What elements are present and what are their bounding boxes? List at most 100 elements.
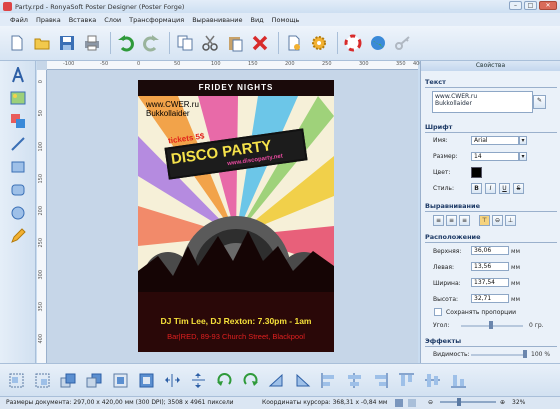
opacity-slider-handle[interactable] <box>523 350 527 358</box>
flip-horizontal-button[interactable] <box>162 370 182 390</box>
menu-layers[interactable]: Слои <box>100 16 125 24</box>
toolbar-separator <box>110 32 111 54</box>
ungroup-icon <box>35 373 49 387</box>
copy-button[interactable] <box>174 32 196 54</box>
register-button[interactable] <box>392 32 414 54</box>
zoom-out-icon[interactable]: ⊖ <box>428 397 433 409</box>
menu-align[interactable]: Выравнивание <box>188 16 246 24</box>
poster-url-text[interactable]: www.CWER.ru Bukkollaider <box>146 100 199 118</box>
edit-text-button[interactable]: ✎ <box>533 95 546 109</box>
rotate-right-button[interactable] <box>240 370 260 390</box>
menu-edit[interactable]: Правка <box>32 16 65 24</box>
menu-help[interactable]: Помощь <box>268 16 304 24</box>
dj-lineup-text[interactable]: DJ Tim Lee, DJ Rexton: 7.30pm - 1am <box>138 316 334 326</box>
web-button[interactable] <box>367 32 389 54</box>
height-field[interactable]: 32,71 <box>471 294 509 303</box>
zoom-slider-handle[interactable] <box>456 398 461 406</box>
bold-button[interactable]: B <box>471 183 482 194</box>
width-field[interactable]: 137,54 <box>471 278 509 287</box>
zoom-in-icon[interactable]: ⊕ <box>500 397 505 409</box>
new-document-button[interactable] <box>6 32 28 54</box>
delete-button[interactable] <box>249 32 271 54</box>
minimize-button[interactable]: – <box>509 1 522 10</box>
view-grid-icon[interactable] <box>395 399 403 407</box>
align-objects-bottom-button[interactable] <box>448 370 468 390</box>
italic-button[interactable]: I <box>485 183 496 194</box>
save-button[interactable] <box>56 32 78 54</box>
redo-button[interactable] <box>140 32 162 54</box>
font-size-select[interactable]: 14 <box>471 152 519 161</box>
rotate-left-icon <box>216 372 231 386</box>
flip-vertical-icon <box>191 372 205 388</box>
align-objects-left-button[interactable] <box>318 370 338 390</box>
ruler-tick-label: 200 <box>285 61 295 67</box>
help-button[interactable] <box>342 32 364 54</box>
menu-file[interactable]: Файл <box>6 16 32 24</box>
flip-vertical-button[interactable] <box>188 370 208 390</box>
copy-icon <box>177 35 193 51</box>
poster-title[interactable]: FRIDEY NIGHTS <box>138 83 334 92</box>
rounded-rectangle-tool[interactable] <box>9 181 27 199</box>
rotate-left-button[interactable] <box>214 370 234 390</box>
rectangle-tool[interactable] <box>9 158 27 176</box>
keep-proportions-checkbox[interactable] <box>434 308 442 316</box>
align-middle-icon[interactable]: ⊖ <box>492 215 503 226</box>
angle-slider-handle[interactable] <box>489 321 493 329</box>
left-field[interactable]: 13,56 <box>471 262 509 271</box>
triangle-left-icon <box>268 373 282 386</box>
font-color-swatch[interactable] <box>471 167 482 178</box>
mirror-right-button[interactable] <box>292 370 312 390</box>
clipart-tool[interactable] <box>9 112 27 130</box>
paste-icon <box>229 37 243 52</box>
ungroup-button[interactable] <box>32 370 52 390</box>
toolbar-separator <box>337 32 338 54</box>
send-backward-button[interactable] <box>136 370 156 390</box>
document-properties-button[interactable] <box>283 32 305 54</box>
opacity-slider[interactable] <box>471 354 527 356</box>
align-center-icon[interactable]: ≡ <box>446 215 457 226</box>
underline-button[interactable]: U <box>499 183 510 194</box>
text-content-field[interactable]: www.CWER.ru Bukkollaider <box>432 91 533 113</box>
align-objects-top-button[interactable] <box>396 370 416 390</box>
undo-button[interactable] <box>115 32 137 54</box>
line-tool[interactable] <box>9 135 27 153</box>
image-tool[interactable] <box>9 89 27 107</box>
menu-transform[interactable]: Трансформация <box>125 16 188 24</box>
align-top-icon[interactable]: ⊤ <box>479 215 490 226</box>
print-button[interactable] <box>81 32 103 54</box>
align-right-icon[interactable]: ≡ <box>459 215 470 226</box>
cut-button[interactable] <box>199 32 221 54</box>
paste-button[interactable] <box>224 32 246 54</box>
strikethrough-button[interactable]: S <box>513 183 524 194</box>
font-name-dropdown-icon[interactable]: ▾ <box>519 136 527 145</box>
align-bottom-icon[interactable]: ⊥ <box>505 215 516 226</box>
font-size-dropdown-icon[interactable]: ▾ <box>519 152 527 161</box>
mirror-left-button[interactable] <box>266 370 286 390</box>
top-field[interactable]: 36,06 <box>471 246 509 255</box>
font-name-select[interactable]: Arial <box>471 136 519 145</box>
text-tool[interactable] <box>9 66 27 84</box>
align-objects-right-button[interactable] <box>370 370 390 390</box>
close-button[interactable]: ✕ <box>539 1 557 10</box>
align-objects-center-button[interactable] <box>344 370 364 390</box>
position-section-title: Расположение <box>425 233 481 241</box>
pencil-tool[interactable] <box>9 227 27 245</box>
settings-button[interactable] <box>308 32 330 54</box>
bring-to-front-icon <box>60 373 75 387</box>
group-button[interactable] <box>6 370 26 390</box>
maximize-button[interactable]: □ <box>524 1 537 10</box>
bring-forward-button[interactable] <box>110 370 130 390</box>
zoom-slider[interactable] <box>440 401 496 403</box>
ellipse-tool[interactable] <box>9 204 27 222</box>
align-left-icon[interactable]: ≡ <box>433 215 444 226</box>
open-button[interactable] <box>31 32 53 54</box>
menu-insert[interactable]: Вставка <box>65 16 101 24</box>
keep-proportions-label: Сохранять пропорции <box>446 309 517 316</box>
venue-address-text[interactable]: Bar|RED, 89-93 Church Street, Blackpool <box>138 332 334 341</box>
bring-to-front-button[interactable] <box>58 370 78 390</box>
align-objects-middle-button[interactable] <box>422 370 442 390</box>
view-fit-icon[interactable] <box>408 399 416 407</box>
poster-canvas[interactable]: FRIDEY NIGHTS www.CWER.ru Bukkollaider D… <box>138 80 334 352</box>
send-to-back-button[interactable] <box>84 370 104 390</box>
menu-view[interactable]: Вид <box>246 16 267 24</box>
